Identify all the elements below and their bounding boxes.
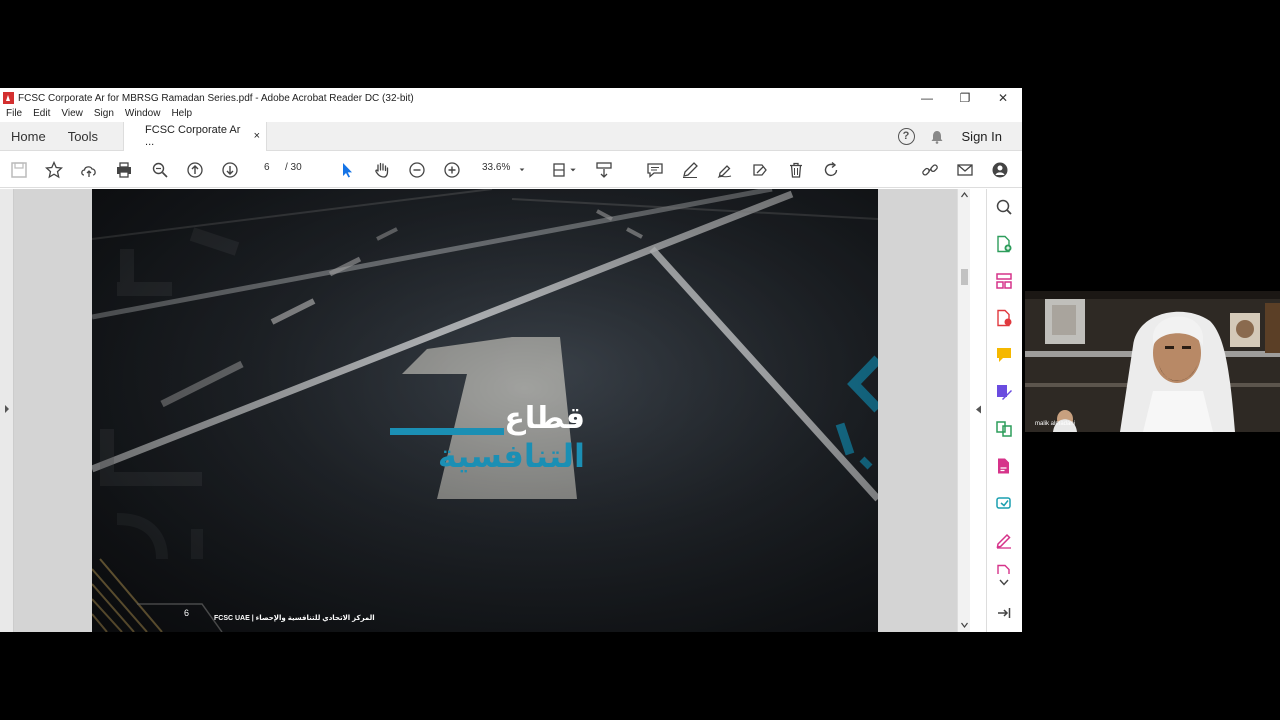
page-number-input[interactable]: 6 <box>264 162 270 173</box>
share-user-icon[interactable] <box>990 160 1010 180</box>
fill-and-sign-icon[interactable] <box>995 531 1013 549</box>
bookmark-star-icon[interactable] <box>44 160 64 180</box>
tab-bar: Home Tools FCSC Corporate Ar ... × ? Sig… <box>0 121 1022 151</box>
email-icon[interactable] <box>955 160 975 180</box>
close-tab-icon[interactable]: × <box>254 130 260 142</box>
tools-scroll-down-chevron-icon[interactable] <box>995 576 1013 588</box>
search-tools-icon[interactable] <box>995 198 1013 216</box>
tab-bar-right: ? Sign In <box>897 122 1022 151</box>
zoom-dropdown-chevron-icon[interactable] <box>515 160 529 180</box>
comment-icon[interactable] <box>645 160 665 180</box>
menu-help[interactable]: Help <box>171 108 192 122</box>
delete-trash-icon[interactable] <box>786 160 806 180</box>
fill-sign-icon[interactable] <box>750 160 770 180</box>
hand-tool-icon[interactable] <box>372 160 392 180</box>
window-title: FCSC Corporate Ar for MBRSG Ramadan Seri… <box>18 92 414 104</box>
pdf-slide-page: قطاع التنافسية 6 FCSC UAE | المركز الاتح… <box>92 189 878 632</box>
scroll-down-arrow-icon[interactable] <box>961 622 968 628</box>
document-viewport[interactable]: قطاع التنافسية 6 FCSC UAE | المركز الاتح… <box>0 189 957 632</box>
more-tools-icon[interactable] <box>995 564 1013 574</box>
fit-dropdown-chevron-icon[interactable] <box>567 160 579 180</box>
scrollbar-thumb[interactable] <box>961 269 968 285</box>
highlight-pen-icon[interactable] <box>680 160 700 180</box>
slide-footer-text: FCSC UAE | المركز الاتحادي للتنافسية وال… <box>214 615 375 622</box>
scroll-up-arrow-icon[interactable] <box>961 192 968 198</box>
participant-name-label: malik almadani <box>1035 421 1076 427</box>
comment-tool-icon[interactable] <box>995 346 1013 364</box>
share-link-icon[interactable] <box>920 160 940 180</box>
right-tools-pane <box>986 189 1022 632</box>
title-bar: FCSC Corporate Ar for MBRSG Ramadan Seri… <box>0 88 1022 108</box>
menu-view[interactable]: View <box>61 108 83 122</box>
collapse-tools-icon[interactable] <box>995 604 1013 622</box>
menu-window[interactable]: Window <box>125 108 161 122</box>
menu-file[interactable]: File <box>6 108 22 122</box>
print-icon[interactable] <box>114 160 134 180</box>
rotate-icon[interactable] <box>821 160 841 180</box>
draw-sign-icon[interactable] <box>715 160 735 180</box>
expand-left-pane-icon[interactable] <box>3 404 11 414</box>
restore-button[interactable]: ❐ <box>946 91 984 105</box>
select-cursor-icon[interactable] <box>337 160 357 180</box>
tab-document-label: FCSC Corporate Ar ... <box>145 124 241 148</box>
edit-pdf-icon[interactable] <box>995 383 1013 401</box>
organize-pages-icon[interactable] <box>995 272 1013 290</box>
send-review-icon[interactable] <box>995 494 1013 512</box>
close-window-button[interactable]: ✕ <box>984 91 1022 105</box>
tab-home[interactable]: Home <box>0 122 57 151</box>
video-call-thumbnail[interactable]: malik almadani <box>1025 291 1280 432</box>
create-pdf-icon[interactable] <box>995 235 1013 253</box>
request-signature-icon[interactable] <box>995 457 1013 475</box>
slide-title-line1: قطاع <box>504 401 585 436</box>
zoom-out-icon[interactable] <box>407 160 427 180</box>
sign-in-button[interactable]: Sign In <box>962 129 1002 144</box>
page-total: / 30 <box>285 162 302 173</box>
tab-document[interactable]: FCSC Corporate Ar ... × <box>123 121 268 151</box>
help-icon[interactable]: ? <box>897 128 915 145</box>
zoom-in-icon[interactable] <box>442 160 462 180</box>
upload-cloud-icon[interactable] <box>79 160 99 180</box>
previous-page-icon[interactable] <box>185 160 205 180</box>
left-nav-strip[interactable] <box>0 189 14 632</box>
save-icon[interactable] <box>9 160 29 180</box>
toolbar: 6 / 30 33.6% <box>0 151 1022 188</box>
menu-sign[interactable]: Sign <box>94 108 114 122</box>
screen: FCSC Corporate Ar for MBRSG Ramadan Seri… <box>0 0 1280 720</box>
tab-tools[interactable]: Tools <box>57 122 109 151</box>
vertical-scrollbar[interactable] <box>957 189 970 632</box>
next-page-icon[interactable] <box>220 160 240 180</box>
slide-title-line2: التنافسية <box>437 437 585 475</box>
slide-page-number: 6 <box>184 608 190 618</box>
export-pdf-icon[interactable] <box>995 309 1013 327</box>
combine-files-icon[interactable] <box>995 420 1013 438</box>
menu-edit[interactable]: Edit <box>33 108 50 122</box>
collapse-right-pane-icon[interactable] <box>975 405 982 414</box>
find-zoom-icon[interactable] <box>150 160 170 180</box>
notification-bell-icon[interactable] <box>930 130 944 144</box>
menu-bar: File Edit View Sign Window Help <box>0 108 1022 122</box>
participant-video-feed <box>1025 291 1280 432</box>
zoom-level-dropdown[interactable]: 33.6% <box>482 162 510 173</box>
pdf-file-icon <box>3 92 14 104</box>
minimize-button[interactable]: — <box>908 91 946 105</box>
scroll-mode-icon[interactable] <box>594 160 614 180</box>
